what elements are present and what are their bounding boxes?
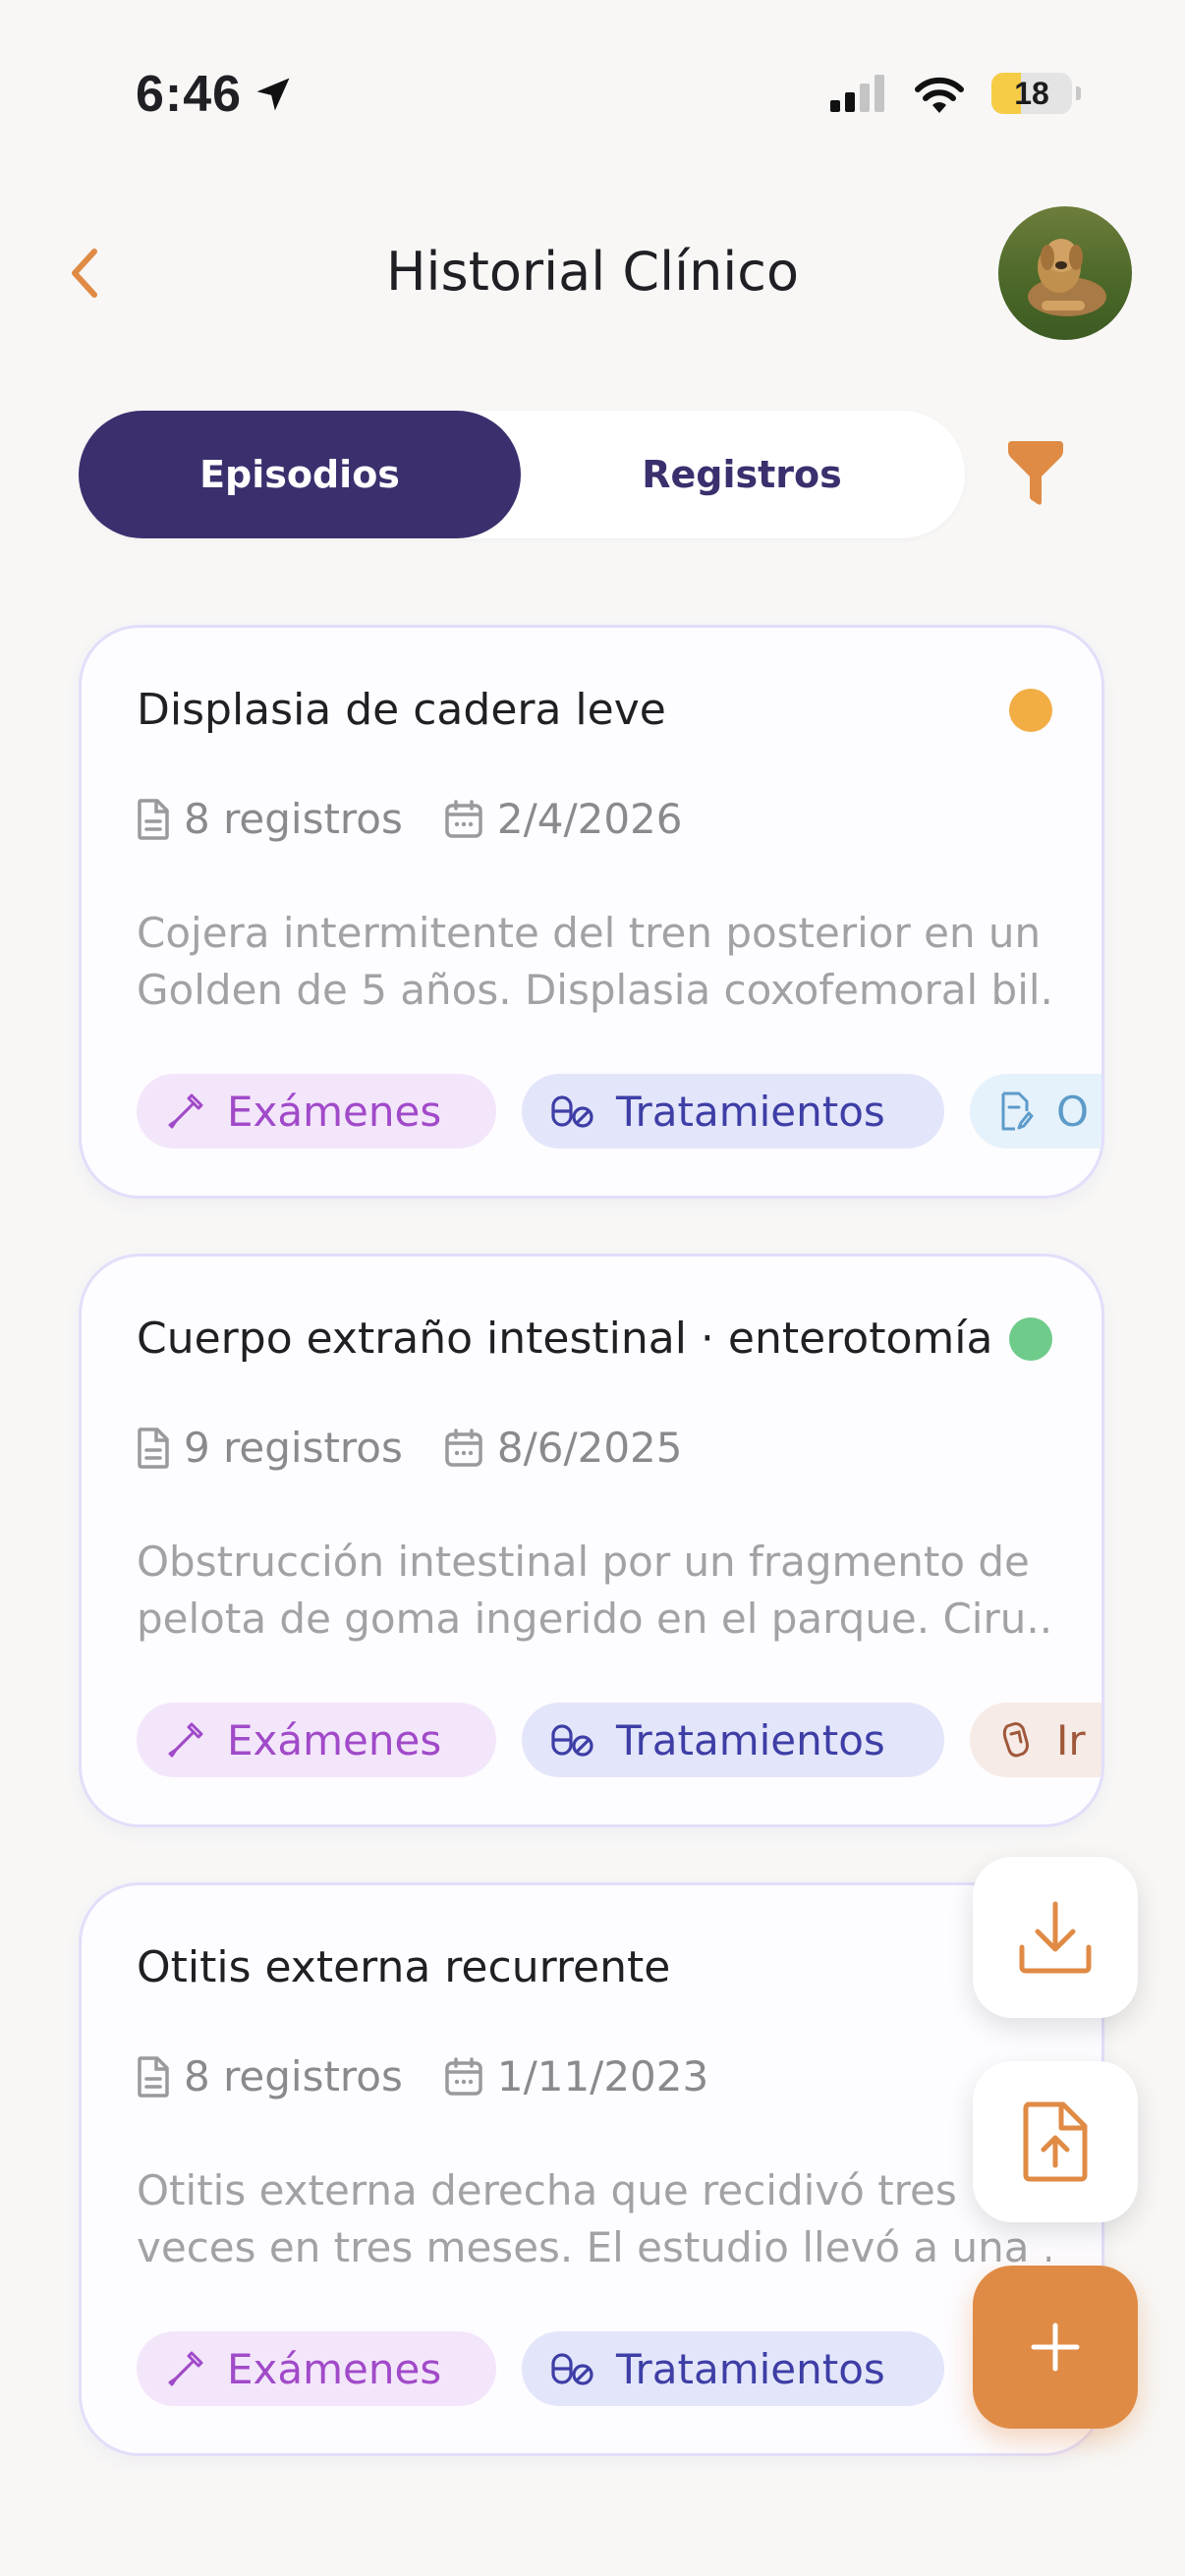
add-button[interactable] [973, 2266, 1138, 2429]
records-count: 8 registros [137, 2052, 403, 2100]
episode-card[interactable]: Otitis externa recurrente 8 registros 1/… [79, 1882, 1104, 2456]
episode-date-label: 8/6/2025 [496, 1424, 683, 1472]
pills-icon [551, 1095, 593, 1128]
cellular-signal-icon [830, 75, 884, 112]
pipette-icon [168, 1722, 203, 1758]
chip-other[interactable]: O [970, 1074, 1101, 1148]
view-toggle: Episodios Registros [79, 411, 965, 538]
description-line: Obstrucción intestinal por un fragmento … [137, 1538, 1030, 1586]
description-line: Golden de 5 años. Displasia coxofemoral … [137, 966, 1050, 1014]
episode-meta: 8 registros 2/4/2026 [137, 795, 683, 843]
episode-description: Otitis externa derecha que recidivó tres… [137, 2162, 1050, 2276]
records-count-label: 8 registros [184, 795, 403, 843]
tab-episodios[interactable]: Episodios [79, 411, 521, 538]
episode-chips: Exámenes Tratamientos O [137, 1074, 1101, 1148]
bandage-icon [1002, 1722, 1029, 1758]
chip-label: Exámenes [227, 2344, 442, 2393]
episode-card[interactable]: Displasia de cadera leve 8 registros 2/4… [79, 625, 1104, 1199]
plus-icon [1031, 2323, 1080, 2372]
records-count-label: 9 registros [184, 1424, 403, 1472]
status-time-group: 6:46 [136, 65, 295, 124]
calendar-icon [445, 2056, 482, 2096]
pills-icon [551, 1724, 593, 1757]
wifi-icon [915, 77, 964, 113]
battery-percentage: 18 [1014, 75, 1049, 111]
download-button[interactable] [973, 1857, 1138, 2018]
episode-date: 8/6/2025 [444, 1424, 683, 1472]
episode-title: Cuerpo extraño intestinal · enterotomía [137, 1314, 993, 1364]
description-line: Cojera intermitente del tren posterior e… [137, 909, 1042, 957]
episode-description: Cojera intermitente del tren posterior e… [137, 905, 1050, 1019]
episode-meta: 8 registros 1/11/2023 [137, 2052, 708, 2100]
pills-icon [551, 2353, 593, 2385]
calendar-icon [445, 799, 482, 838]
records-count: 9 registros [137, 1424, 403, 1472]
episode-status-dot [1009, 1317, 1052, 1361]
download-icon [1019, 1901, 1092, 1974]
chip-label: Tratamientos [616, 2344, 885, 2393]
pipette-icon [168, 1093, 203, 1129]
document-edit-icon [1001, 1092, 1034, 1131]
battery-indicator: 18 [991, 73, 1072, 114]
description-line: pelota de goma ingerido en el parque. Ci… [137, 1595, 1050, 1643]
filter-icon [1008, 441, 1063, 505]
chip-examenes[interactable]: Exámenes [137, 2331, 496, 2406]
document-icon [138, 1427, 169, 1469]
battery-cap [1076, 86, 1081, 100]
chip-examenes[interactable]: Exámenes [137, 1703, 496, 1777]
chip-label: Ir [1056, 1715, 1086, 1764]
chip-label: Exámenes [227, 1715, 442, 1764]
pipette-icon [168, 2351, 203, 2386]
chip-tratamientos[interactable]: Tratamientos [522, 1703, 944, 1777]
episode-chips: Exámenes Tratamientos Ir [137, 1703, 1101, 1777]
calendar-icon [445, 1428, 482, 1467]
episode-date: 1/11/2023 [444, 2052, 708, 2100]
chip-examenes[interactable]: Exámenes [137, 1074, 496, 1148]
episode-status-dot [1009, 689, 1052, 732]
status-icons: 18 [830, 73, 1081, 114]
pet-avatar[interactable] [998, 206, 1132, 340]
document-icon [138, 798, 169, 840]
chip-tratamientos[interactable]: Tratamientos [522, 1074, 944, 1148]
chip-intervenciones[interactable]: Ir [970, 1703, 1101, 1777]
status-time: 6:46 [136, 66, 243, 123]
document-icon [138, 2055, 169, 2098]
episode-title: Displasia de cadera leve [137, 685, 666, 735]
episode-date-label: 1/11/2023 [496, 2052, 709, 2100]
tab-registros[interactable]: Registros [521, 411, 963, 538]
location-arrow-icon [256, 78, 290, 111]
upload-document-button[interactable] [973, 2061, 1138, 2222]
chip-label: Tratamientos [616, 1087, 885, 1136]
chip-label: Tratamientos [616, 1715, 885, 1764]
episode-title: Otitis externa recurrente [137, 1942, 671, 1992]
episode-description: Obstrucción intestinal por un fragmento … [137, 1534, 1050, 1648]
episode-meta: 9 registros 8/6/2025 [137, 1424, 683, 1472]
chip-tratamientos[interactable]: Tratamientos [522, 2331, 944, 2406]
episode-card[interactable]: Cuerpo extraño intestinal · enterotomía … [79, 1254, 1104, 1827]
filter-button[interactable] [998, 430, 1073, 517]
description-line: Otitis externa derecha que recidivó tres [137, 2166, 957, 2214]
records-count: 8 registros [137, 795, 403, 843]
dog-photo [998, 206, 1132, 340]
episode-date-label: 2/4/2026 [496, 795, 683, 843]
episode-date: 2/4/2026 [444, 795, 683, 843]
status-bar: 6:46 18 [0, 0, 1185, 187]
file-upload-icon [1023, 2101, 1088, 2182]
chip-label: O [1056, 1087, 1090, 1136]
chip-label: Exámenes [227, 1087, 442, 1136]
episode-chips: Exámenes Tratamientos [137, 2331, 944, 2406]
description-line: veces en tres meses. El estudio llevó a … [137, 2223, 1050, 2271]
records-count-label: 8 registros [184, 2052, 403, 2100]
